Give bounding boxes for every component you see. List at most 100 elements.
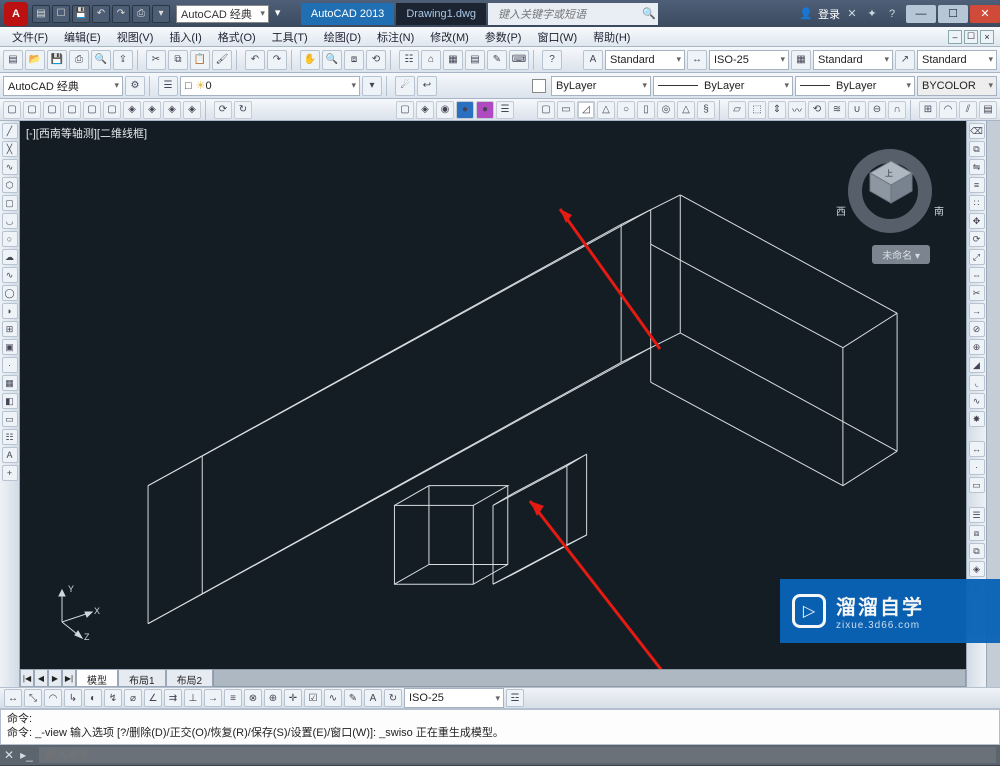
polygon-icon[interactable]: ⬡ [2, 177, 18, 193]
extend-icon[interactable]: → [969, 303, 985, 319]
maximize-button[interactable]: ☐ [938, 5, 968, 23]
document-tab[interactable]: Drawing1.dwg [396, 3, 486, 25]
cut-icon[interactable]: ✂ [146, 50, 166, 70]
scale-icon[interactable]: ⤢ [969, 249, 985, 265]
spline-icon[interactable]: ∿ [2, 267, 18, 283]
dimjoglin-icon[interactable]: ∿ [324, 689, 342, 707]
qat-undo-icon[interactable]: ↶ [92, 5, 110, 23]
mleaderstyle-combo[interactable]: Standard [917, 50, 997, 70]
search-box[interactable]: 键入关键字或短语 [488, 3, 658, 25]
zoom-rt-icon[interactable]: 🔍 [322, 50, 342, 70]
dimstyle-icon[interactable]: ↔ [687, 50, 707, 70]
view-bottom-icon[interactable]: ▢ [23, 101, 41, 119]
view-front-icon[interactable]: ▢ [83, 101, 101, 119]
ucs-icon[interactable]: Y X Z [42, 582, 102, 645]
app-tab[interactable]: AutoCAD 2013 [301, 3, 394, 25]
arc-icon[interactable]: ◡ [2, 213, 18, 229]
loft-icon[interactable]: ≋ [828, 101, 846, 119]
lineweight-combo[interactable]: ByLayer [795, 76, 915, 96]
dimord-icon[interactable]: ↳ [64, 689, 82, 707]
workspace-combo[interactable]: AutoCAD 经典 [3, 76, 123, 96]
search-icon[interactable]: 🔍 [642, 7, 656, 20]
signin-label[interactable]: 登录 [818, 6, 840, 22]
vs-manage-icon[interactable]: ☰ [496, 101, 514, 119]
union-icon[interactable]: ∪ [848, 101, 866, 119]
mtext-icon[interactable]: A [2, 447, 18, 463]
preview-icon[interactable]: 🔍 [91, 50, 111, 70]
cone-icon[interactable]: △ [597, 101, 615, 119]
ungroup-icon[interactable]: ⧉ [969, 543, 985, 559]
vs-conceptual-icon[interactable]: ● [476, 101, 494, 119]
explode-icon[interactable]: ✸ [969, 411, 985, 427]
zoom-prev-icon[interactable]: ⟲ [366, 50, 386, 70]
redo-icon[interactable]: ↷ [267, 50, 287, 70]
draworder-icon[interactable]: ☰ [969, 507, 985, 523]
line-icon[interactable]: ╱ [2, 123, 18, 139]
tab-nav-prev[interactable]: ◀ [34, 669, 48, 687]
stayconnected-icon[interactable]: ✦ [864, 6, 880, 22]
exchange-icon[interactable]: ✕ [844, 6, 860, 22]
dimarc-icon[interactable]: ◠ [44, 689, 62, 707]
dimstylemgr-icon[interactable]: ☲ [506, 689, 524, 707]
signin-icon[interactable]: 👤 [798, 6, 814, 22]
diminspect-icon[interactable]: ☑ [304, 689, 322, 707]
pyramid-icon[interactable]: △ [677, 101, 695, 119]
view-top-icon[interactable]: ▢ [3, 101, 21, 119]
tab-nav-last[interactable]: ▶| [62, 669, 76, 687]
help2-icon[interactable]: ? [542, 50, 562, 70]
dimstyle-combo[interactable]: ISO-25 [709, 50, 789, 70]
new-icon[interactable]: ▤ [3, 50, 23, 70]
view-nwiso-icon[interactable]: ◈ [183, 101, 201, 119]
orbit-icon[interactable]: ⟳ [214, 101, 232, 119]
hscroll-track[interactable] [213, 669, 966, 687]
point-icon[interactable]: · [2, 357, 18, 373]
command-history[interactable]: 命令: 命令: _-view 输入选项 [?/删除(D)/正交(O)/恢复(R)… [0, 709, 1000, 745]
menu-window[interactable]: 窗口(W) [531, 27, 583, 47]
menu-dimension[interactable]: 标注(N) [371, 27, 420, 47]
markup-icon[interactable]: ✎ [487, 50, 507, 70]
regen-icon[interactable]: ↻ [234, 101, 252, 119]
command-input[interactable] [39, 747, 996, 763]
table-icon[interactable]: ☷ [2, 429, 18, 445]
dimrad-icon[interactable]: ◐ [84, 689, 102, 707]
ws-settings-icon[interactable]: ⚙ [125, 76, 145, 96]
array-icon[interactable]: ∷ [969, 195, 985, 211]
qcalc-icon[interactable]: ⌨ [509, 50, 529, 70]
app-logo[interactable]: A [4, 2, 28, 26]
view-neiso-icon[interactable]: ◈ [163, 101, 181, 119]
tablestyle-combo[interactable]: Standard [813, 50, 893, 70]
join-icon[interactable]: ⊕ [969, 339, 985, 355]
fillet-icon[interactable]: ◟ [969, 375, 985, 391]
view-swiso-icon[interactable]: ◈ [123, 101, 141, 119]
vs-hidden-icon[interactable]: ◉ [436, 101, 454, 119]
dimaligned-icon[interactable]: ⤡ [24, 689, 42, 707]
tablestyle-icon[interactable]: ▦ [791, 50, 811, 70]
rotate-icon[interactable]: ⟳ [969, 231, 985, 247]
layer-match-icon[interactable]: ☄ [395, 76, 415, 96]
blend-icon[interactable]: ∿ [969, 393, 985, 409]
centermark-icon[interactable]: ✛ [284, 689, 302, 707]
dc-icon[interactable]: ⌂ [421, 50, 441, 70]
tab-layout1[interactable]: 布局1 [118, 669, 166, 687]
textstyle-icon[interactable]: A [583, 50, 603, 70]
plotstyle-combo[interactable]: BYCOLOR [917, 76, 997, 96]
mesh-icon[interactable]: ⊞ [919, 101, 937, 119]
menu-modify[interactable]: 修改(M) [424, 27, 475, 47]
xline-icon[interactable]: ╳ [2, 141, 18, 157]
sheetset-icon[interactable]: ▤ [465, 50, 485, 70]
rectangle-icon[interactable]: ▢ [2, 195, 18, 211]
qat-save-icon[interactable]: 💾 [72, 5, 90, 23]
paste-icon[interactable]: 📋 [190, 50, 210, 70]
revolve-icon[interactable]: ⟲ [808, 101, 826, 119]
minimize-button[interactable]: — [906, 5, 936, 23]
viewcube[interactable]: 上 西 南 [842, 143, 938, 239]
torus-icon[interactable]: ◎ [657, 101, 675, 119]
revcloud-icon[interactable]: ☁ [2, 249, 18, 265]
flatshot-icon[interactable]: ▤ [979, 101, 997, 119]
helix-icon[interactable]: § [697, 101, 715, 119]
dimspace-icon[interactable]: ≡ [224, 689, 242, 707]
tab-layout2[interactable]: 布局2 [166, 669, 214, 687]
dimbase-icon[interactable]: ⊥ [184, 689, 202, 707]
offset-icon[interactable]: ≡ [969, 177, 985, 193]
dimedit-icon[interactable]: ✎ [344, 689, 362, 707]
